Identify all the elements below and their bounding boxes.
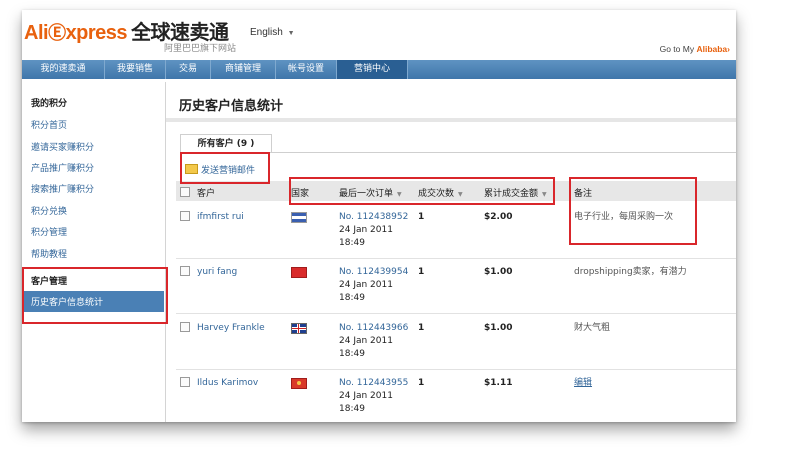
flag-icon <box>291 212 307 223</box>
tab-marketing-center[interactable]: 营销中心 <box>337 60 408 79</box>
customer-name-link[interactable]: yuri fang <box>197 266 237 279</box>
goto-label: Go to My <box>659 44 695 54</box>
sidebar-item-help[interactable]: 帮助教程 <box>31 247 67 260</box>
main-nav: 我的速卖通 我要销售 交易 商铺管理 帐号设置 营销中心 <box>22 60 736 79</box>
column-label: 累计成交金额 <box>484 189 539 199</box>
screenshot-frame: AliⒺxpress 全球速卖通 阿里巴巴旗下网站 English ▼ Go to… <box>22 10 736 422</box>
tab-all-customers[interactable]: 所有客户 (9 ) <box>180 134 272 153</box>
order-date: 24 Jan 2011 <box>339 336 393 346</box>
sidebar-item-search-promo[interactable]: 搜索推广赚积分 <box>31 182 94 195</box>
goto-alibaba-link[interactable]: Go to My Alibaba› <box>660 44 730 54</box>
total-amount: $1.00 <box>484 267 513 277</box>
sidebar-divider <box>165 82 166 422</box>
logo-xpress: xpress <box>65 22 128 44</box>
row-checkbox[interactable] <box>180 322 190 332</box>
send-mail-label: 发送营销邮件 <box>201 166 256 176</box>
column-label: 成交次数 <box>418 189 455 199</box>
order-count: 1 <box>418 378 425 388</box>
total-amount: $2.00 <box>484 212 513 222</box>
alibaba-brand: Alibaba <box>696 44 728 54</box>
sidebar-item-customer-history[interactable]: 历史客户信息统计 <box>22 291 164 312</box>
customer-name-link[interactable]: Harvey Frankle <box>197 322 265 335</box>
column-total-amount[interactable]: 累计成交金额 ▼ <box>484 186 547 199</box>
language-label: English <box>250 27 283 38</box>
edit-note-link[interactable]: 编辑 <box>574 377 592 390</box>
row-checkbox[interactable] <box>180 266 190 276</box>
order-number-link[interactable]: No. 112439954 <box>339 266 408 279</box>
cart-icon: Ⓔ <box>48 23 66 43</box>
sidebar-item-label: 历史客户信息统计 <box>31 298 104 308</box>
order-time: 18:49 <box>339 293 365 303</box>
order-time: 18:49 <box>339 404 365 414</box>
select-all-checkbox[interactable] <box>180 187 190 197</box>
row-checkbox[interactable] <box>180 211 190 221</box>
chevron-down-icon: ▼ <box>287 30 295 37</box>
sidebar-item-points-home[interactable]: 积分首页 <box>31 118 67 131</box>
tab-divider <box>180 152 736 153</box>
tab-sell[interactable]: 我要销售 <box>105 60 166 79</box>
order-time: 18:49 <box>339 349 365 359</box>
order-time: 18:49 <box>339 238 365 248</box>
page-title: 历史客户信息统计 <box>179 99 284 114</box>
flag-stripe <box>292 328 306 329</box>
order-date: 24 Jan 2011 <box>339 280 393 290</box>
sidebar-item-product-promo[interactable]: 产品推广赚积分 <box>31 161 94 174</box>
sidebar-item-points-exchange[interactable]: 积分兑换 <box>31 204 67 217</box>
customer-name-link[interactable]: ifmfirst rui <box>197 211 244 224</box>
order-count: 1 <box>418 212 425 222</box>
sort-arrow-icon: ▼ <box>458 191 463 198</box>
customer-note: dropshipping卖家，有潜力 <box>574 267 687 277</box>
order-date: 24 Jan 2011 <box>339 391 393 401</box>
order-number-link[interactable]: No. 112438952 <box>339 211 408 224</box>
row-checkbox[interactable] <box>180 377 190 387</box>
title-divider <box>166 118 736 122</box>
column-customer: 客户 <box>197 189 216 199</box>
row-divider <box>176 313 736 314</box>
sidebar-item-points-manage[interactable]: 积分管理 <box>31 225 67 238</box>
flag-stripe <box>298 324 299 333</box>
customer-name-link[interactable]: Ildus Karimov <box>197 377 258 390</box>
language-selector[interactable]: English ▼ <box>250 27 295 38</box>
sidebar-item-invite-buyers[interactable]: 邀请买家赚积分 <box>31 140 94 153</box>
order-number-link[interactable]: No. 112443955 <box>339 377 408 390</box>
logo-ali: Ali <box>24 22 49 44</box>
flag-icon <box>291 323 307 334</box>
order-date: 24 Jan 2011 <box>339 225 393 235</box>
sidebar-section-customers: 客户管理 <box>31 277 68 287</box>
sort-arrow-icon: ▼ <box>542 191 547 198</box>
sort-arrow-icon: ▼ <box>397 191 402 198</box>
sidebar-section-points: 我的积分 <box>31 99 68 109</box>
order-count: 1 <box>418 323 425 333</box>
tab-account-settings[interactable]: 帐号设置 <box>276 60 337 79</box>
row-divider <box>176 258 736 259</box>
flag-icon <box>291 378 307 389</box>
customer-note: 电子行业，每周采购一次 <box>574 212 674 222</box>
flag-sun <box>297 381 301 385</box>
total-amount: $1.11 <box>484 378 513 388</box>
tab-store-management[interactable]: 商铺管理 <box>211 60 276 79</box>
row-divider <box>176 369 736 370</box>
flag-icon <box>291 267 307 278</box>
tab-trade[interactable]: 交易 <box>166 60 211 79</box>
column-note: 备注 <box>574 189 593 199</box>
page-header: AliⒺxpress 全球速卖通 阿里巴巴旗下网站 English ▼ Go to… <box>22 10 736 58</box>
customer-note: 财大气粗 <box>574 323 611 333</box>
total-amount: $1.00 <box>484 323 513 333</box>
order-number-link[interactable]: No. 112443966 <box>339 322 408 335</box>
tab-my-aliexpress[interactable]: 我的速卖通 <box>22 60 105 79</box>
logo-subtitle: 阿里巴巴旗下网站 <box>164 44 237 54</box>
send-marketing-email-button[interactable]: 发送营销邮件 <box>185 163 255 176</box>
column-label: 最后一次订单 <box>339 189 394 199</box>
column-last-order[interactable]: 最后一次订单 ▼ <box>339 186 402 199</box>
arrow-right-icon: › <box>727 44 730 54</box>
column-country: 国家 <box>291 189 310 199</box>
order-count: 1 <box>418 267 425 277</box>
column-order-count[interactable]: 成交次数 ▼ <box>418 186 463 199</box>
envelope-icon <box>185 164 198 174</box>
